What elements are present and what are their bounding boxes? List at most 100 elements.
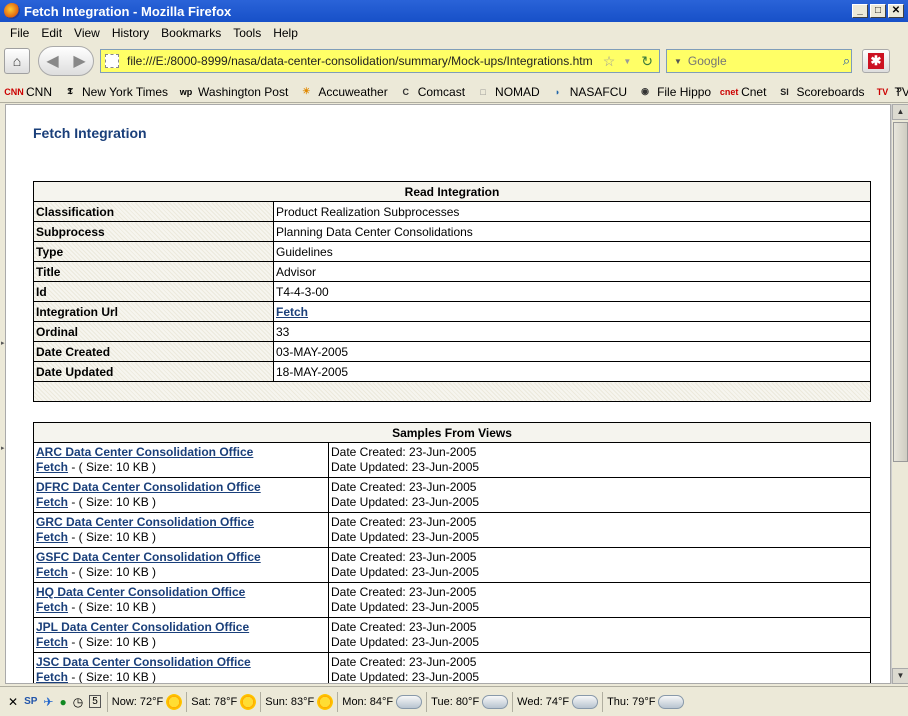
integration-url-link[interactable]: Fetch (276, 305, 308, 319)
home-button[interactable]: ⌂ (4, 48, 30, 74)
partly-cloudy-icon (396, 694, 423, 709)
sample-dates-cell: Date Created: 23-Jun-2005 Date Updated: 2… (328, 652, 871, 683)
date-updated: Date Updated: 23-Jun-2005 (331, 460, 480, 474)
bookmark-new-york-times[interactable]: 𝕿 New York Times (62, 85, 168, 99)
bookmarks-overflow-icon[interactable]: » (896, 84, 902, 96)
comcast-icon: C (402, 86, 409, 97)
fetch-link[interactable]: Fetch (36, 460, 68, 474)
table-row: Title Advisor (33, 261, 871, 282)
menu-tools[interactable]: Tools (233, 26, 261, 40)
bookmark-label: Comcast (417, 84, 466, 99)
sample-office-cell: ARC Data Center Consolidation Office Fetc… (33, 442, 329, 478)
weather-forecast[interactable]: Wed: 74°F (512, 691, 602, 712)
cnet-icon: cnet (719, 86, 739, 97)
bookmark-washington-post[interactable]: wp Washington Post (178, 85, 289, 99)
scroll-thumb[interactable] (893, 122, 908, 462)
weather-label: Sat: 78°F (191, 695, 238, 708)
bookmark-label: Accuweather (318, 84, 388, 99)
weather-forecast[interactable]: Sun: 83°F (260, 691, 337, 712)
date-created: Date Created: 23-Jun-2005 (331, 585, 477, 599)
clock-icon[interactable]: ◷ (73, 695, 83, 709)
table-row: ARC Data Center Consolidation Office Fetc… (33, 442, 871, 478)
search-icon[interactable]: ⌕ (843, 53, 850, 69)
close-status-icon[interactable]: ✕ (8, 695, 18, 709)
weather-label: Tue: 80°F (431, 695, 480, 708)
menu-bar: File Edit View History Bookmarks Tools Help (0, 22, 908, 43)
office-link[interactable]: JPL Data Center Consolidation Office (36, 620, 249, 634)
bookmark-tv-guide[interactable]: TVTV Guide (875, 85, 908, 99)
tvguide-icon: TV (876, 86, 889, 97)
bookmark-comcast[interactable]: C Comcast (398, 85, 465, 99)
green-status-icon[interactable]: ● (59, 695, 66, 709)
search-input[interactable] (687, 54, 843, 68)
calendar-icon[interactable]: 5 (89, 695, 101, 708)
sample-dates-cell: Date Created: 23-Jun-2005 Date Updated: 2… (328, 617, 871, 653)
bookmark-cnn[interactable]: CNN CNN (4, 84, 52, 99)
fetch-link[interactable]: Fetch (36, 635, 68, 649)
minimize-button[interactable]: _ (852, 4, 868, 18)
menu-view[interactable]: View (74, 26, 100, 40)
field-value: Fetch (273, 301, 871, 322)
weather-forecast[interactable]: Sat: 78°F (186, 691, 260, 712)
table-row: HQ Data Center Consolidation Office Fetc… (33, 582, 871, 618)
addon-button[interactable]: ✱ (862, 49, 890, 73)
forward-button[interactable]: ▶ (73, 51, 85, 71)
bookmark-file-hippo[interactable]: ◉ File Hippo (637, 85, 711, 99)
weather-forecast[interactable]: Tue: 80°F (426, 691, 512, 712)
url-dropdown-icon[interactable]: ▼ (623, 57, 631, 66)
samples-header: Samples From Views (33, 422, 871, 443)
scroll-up-icon[interactable]: ▲ (892, 104, 908, 120)
reload-icon[interactable]: ↻ (641, 53, 653, 70)
table-footer (33, 381, 871, 402)
scroll-down-icon[interactable]: ▼ (892, 668, 908, 684)
field-value: Advisor (273, 261, 871, 282)
fetch-link[interactable]: Fetch (36, 495, 68, 509)
samples-table: Samples From Views ARC Data Center Conso… (33, 422, 871, 683)
close-button[interactable]: ✕ (888, 4, 904, 18)
weather-label: Sun: 83°F (265, 695, 315, 708)
field-value: Planning Data Center Consolidations (273, 221, 871, 242)
office-link[interactable]: JSC Data Center Consolidation Office (36, 655, 251, 669)
maximize-button[interactable]: □ (870, 4, 886, 18)
office-link[interactable]: DFRC Data Center Consolidation Office (36, 480, 261, 494)
read-integration-table: Read Integration Classification Product R… (33, 181, 871, 402)
search-bar: ▼ ⌕ (666, 49, 852, 73)
search-engine-dropdown-icon[interactable]: ▼ (674, 57, 682, 66)
menu-file[interactable]: File (10, 26, 29, 40)
menu-help[interactable]: Help (273, 26, 298, 40)
sample-dates-cell: Date Created: 23-Jun-2005 Date Updated: 2… (328, 512, 871, 548)
office-link[interactable]: HQ Data Center Consolidation Office (36, 585, 245, 599)
nomad-icon: □ (480, 86, 486, 97)
sp-icon[interactable]: SP (24, 696, 37, 707)
menu-history[interactable]: History (112, 26, 149, 40)
weather-label: Thu: 79°F (607, 695, 656, 708)
office-link[interactable]: GRC Data Center Consolidation Office (36, 515, 254, 529)
weather-forecast[interactable]: Now: 72°F (106, 691, 186, 712)
fetch-link[interactable]: Fetch (36, 670, 68, 683)
fetch-link[interactable]: Fetch (36, 600, 68, 614)
extension-icon[interactable]: ✈ (43, 695, 53, 709)
vertical-scrollbar[interactable]: ▲ ▼ (891, 104, 908, 684)
fetch-link[interactable]: Fetch (36, 565, 68, 579)
menu-edit[interactable]: Edit (41, 26, 62, 40)
bookmark-nasafcu[interactable]: ◗ NASAFCU (550, 85, 627, 99)
menu-bookmarks[interactable]: Bookmarks (161, 26, 221, 40)
field-value: 33 (273, 321, 871, 342)
addon-icon: ✱ (868, 53, 884, 69)
back-button[interactable]: ◀ (46, 51, 58, 71)
read-integration-header: Read Integration (33, 181, 871, 202)
weather-forecast[interactable]: Thu: 79°F (602, 691, 688, 712)
fetch-link[interactable]: Fetch (36, 530, 68, 544)
bookmark-nomad[interactable]: □ NOMAD (475, 85, 539, 99)
office-link[interactable]: GSFC Data Center Consolidation Office (36, 550, 261, 564)
bookmark-cnet[interactable]: cnet Cnet (719, 85, 767, 99)
office-link[interactable]: ARC Data Center Consolidation Office (36, 445, 253, 459)
bookmark-label: CNN (26, 84, 52, 99)
weather-forecast[interactable]: Mon: 84°F (337, 691, 426, 712)
bookmark-scoreboards[interactable]: SI Scoreboards (776, 85, 864, 99)
field-label: Title (33, 261, 274, 282)
bookmark-accuweather[interactable]: ☀ Accuweather (298, 85, 387, 99)
url-input[interactable] (127, 54, 599, 68)
bookmark-star-icon[interactable]: ☆ (603, 53, 616, 70)
field-label: Id (33, 281, 274, 302)
